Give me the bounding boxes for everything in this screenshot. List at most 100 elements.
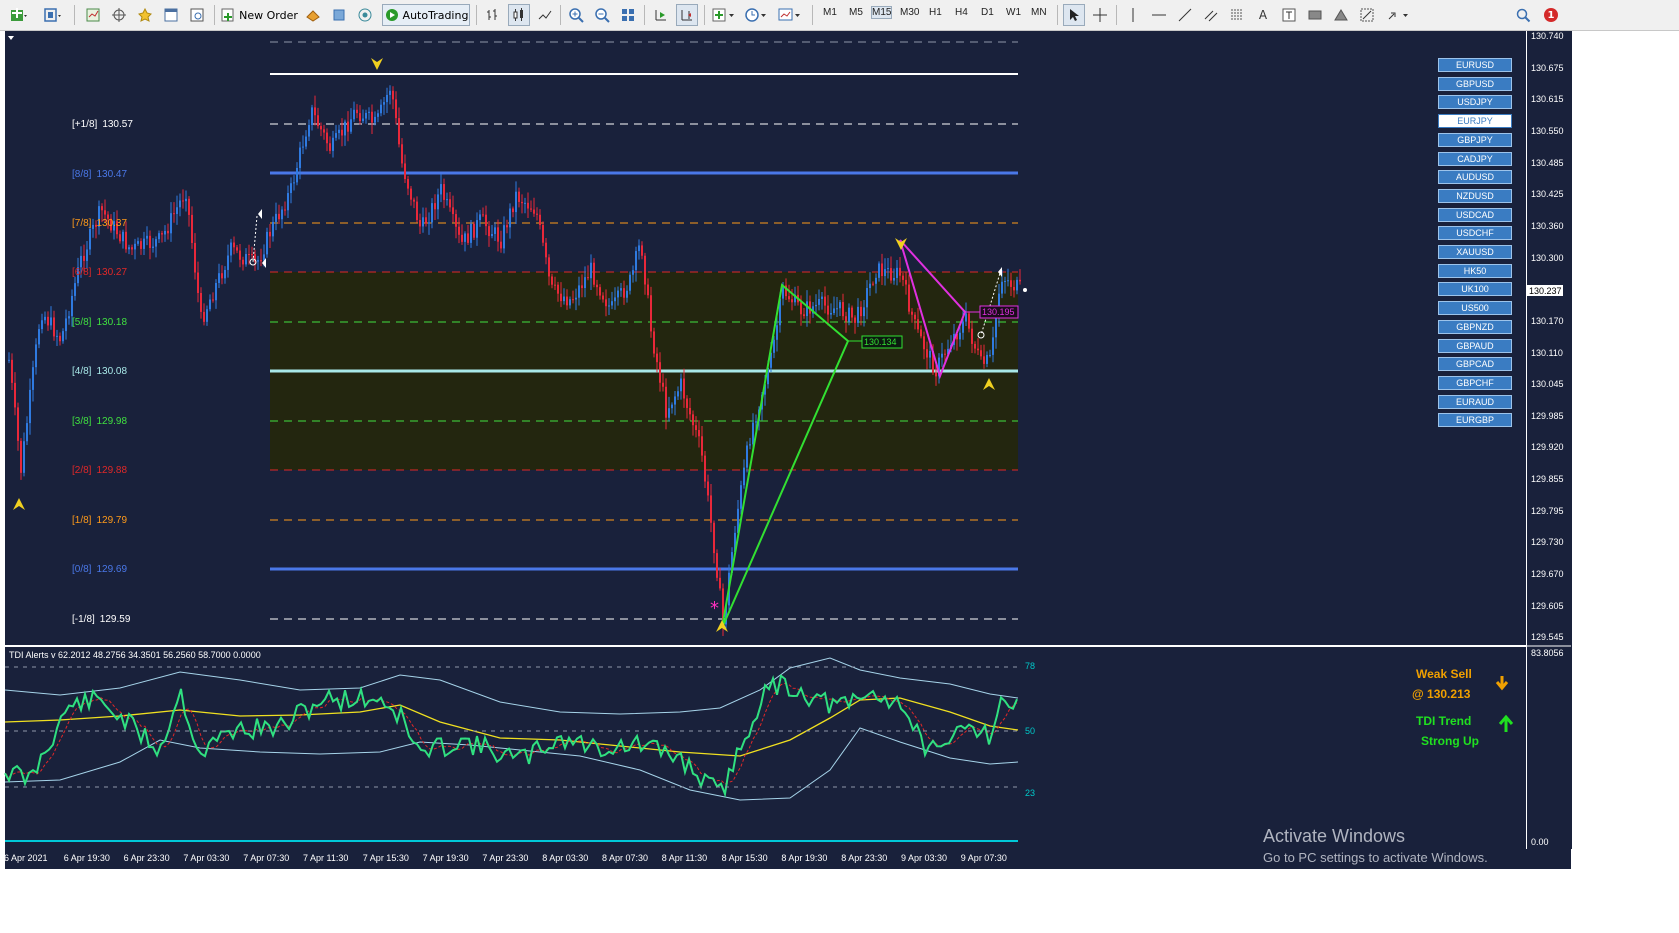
candle-body [11, 359, 13, 383]
candle-body [773, 339, 775, 353]
time-tick-label: 9 Apr 07:30 [960, 853, 1007, 863]
candle-body [356, 109, 358, 114]
candle-body [287, 193, 289, 211]
candle-body [353, 109, 355, 120]
candle-body [503, 225, 505, 249]
candle-body [929, 350, 931, 358]
tdi-level-78: 78 [1025, 661, 1036, 671]
candle-body [449, 199, 451, 208]
candle-body [572, 299, 574, 301]
candle-body [566, 296, 568, 306]
current-price-dot [1023, 288, 1027, 292]
candle-body [263, 254, 265, 261]
symbol-button-usdcad[interactable]: USDCAD [1438, 207, 1512, 222]
candle-body [470, 223, 472, 243]
trend-value: Strong Up [1421, 734, 1479, 748]
candle-body [332, 137, 334, 151]
price-tick-label: 130.485 [1531, 157, 1564, 168]
symbol-button-eurgbp[interactable]: EURGBP [1438, 413, 1512, 428]
candle-body [554, 284, 556, 286]
candle-body [218, 273, 220, 284]
candle-body [350, 119, 352, 132]
price-tick-label: 130.425 [1531, 189, 1564, 200]
candle-body [710, 495, 712, 523]
symbol-button-eurjpy[interactable]: EURJPY [1438, 114, 1512, 129]
trend-up-arrow-icon [1498, 714, 1514, 732]
symbol-button-audusd[interactable]: AUDUSD [1438, 170, 1512, 185]
murrey-label-value: 129.79 [96, 515, 128, 526]
candle-body [602, 295, 604, 300]
candle-body [668, 408, 670, 418]
symbol-button-gbpusd[interactable]: GBPUSD [1438, 76, 1512, 91]
candle-body [740, 485, 742, 509]
candle-body [140, 241, 142, 249]
candle-body [680, 378, 682, 392]
asterisk-marker-icon: * [710, 598, 719, 619]
candle-body [776, 325, 778, 340]
symbol-button-gbpchf[interactable]: GBPCHF [1438, 375, 1512, 390]
symbol-button-usdchf[interactable]: USDCHF [1438, 226, 1512, 241]
murrey-label: [-1/8] 129.59 [72, 614, 130, 625]
candle-body [167, 230, 169, 234]
candle-body [902, 275, 904, 280]
candle-body [344, 121, 346, 136]
candle-body [323, 129, 325, 133]
candle-body [473, 223, 475, 238]
candle-body [671, 404, 673, 409]
symbol-button-eurusd[interactable]: EURUSD [1438, 58, 1512, 72]
murrey-label-name: [0/8] [72, 564, 92, 575]
candle-body [281, 209, 283, 220]
symbol-button-cadjpy[interactable]: CADJPY [1438, 151, 1512, 166]
symbol-button-hk50[interactable]: HK50 [1438, 263, 1512, 278]
candle-body [569, 299, 571, 306]
chart-menu-arrow-icon[interactable] [8, 36, 14, 40]
symbol-button-uk100[interactable]: UK100 [1438, 282, 1512, 297]
candle-body [719, 577, 721, 589]
signal-price: @ 130.213 [1412, 687, 1471, 701]
candle-body [479, 214, 481, 221]
indicator-max-label: 83.8056 [1531, 648, 1564, 658]
symbol-button-nzdusd[interactable]: NZDUSD [1438, 188, 1512, 203]
candle-body [488, 226, 490, 237]
candle-body [593, 262, 595, 285]
candle-body [827, 305, 829, 315]
candle-body [563, 296, 565, 302]
symbol-button-gbpaud[interactable]: GBPAUD [1438, 338, 1512, 353]
symbol-button-gbpcad[interactable]: GBPCAD [1438, 357, 1512, 372]
candle-body [59, 335, 61, 342]
candle-body [608, 305, 610, 307]
candle-body [377, 113, 379, 117]
candle-body [650, 295, 652, 332]
time-tick-label: 8 Apr 15:30 [721, 853, 768, 863]
candle-body [32, 367, 34, 390]
candle-body [893, 277, 895, 281]
symbol-button-euraud[interactable]: EURAUD [1438, 394, 1512, 409]
murrey-label: [5/8] 130.18 [72, 317, 127, 328]
price-tick-label: 130.550 [1531, 125, 1564, 136]
candle-body [551, 276, 553, 285]
candle-body [338, 129, 340, 134]
candle-body [122, 231, 124, 242]
murrey-label-name: [1/8] [72, 515, 92, 526]
symbol-button-usdjpy[interactable]: USDJPY [1438, 95, 1512, 110]
candle-body [959, 332, 961, 340]
candle-body [47, 316, 49, 326]
candle-body [920, 329, 922, 337]
candle-body [581, 285, 583, 289]
price-tick-label: 130.300 [1531, 252, 1564, 263]
time-tick-label: 7 Apr 07:30 [243, 853, 290, 863]
symbol-button-us500[interactable]: US500 [1438, 301, 1512, 316]
symbol-button-gbpnzd[interactable]: GBPNZD [1438, 319, 1512, 334]
symbol-button-xauusd[interactable]: XAUUSD [1438, 245, 1512, 259]
symbol-button-gbpjpy[interactable]: GBPJPY [1438, 132, 1512, 147]
candle-body [89, 228, 91, 250]
candle-body [86, 249, 88, 261]
candle-body [863, 307, 865, 317]
candle-body [275, 213, 277, 222]
candle-body [245, 254, 247, 265]
candle-body [134, 243, 136, 250]
murrey-label-value: 129.59 [99, 614, 131, 625]
candle-body [35, 344, 37, 368]
candle-body [428, 222, 430, 224]
candle-body [716, 553, 718, 578]
